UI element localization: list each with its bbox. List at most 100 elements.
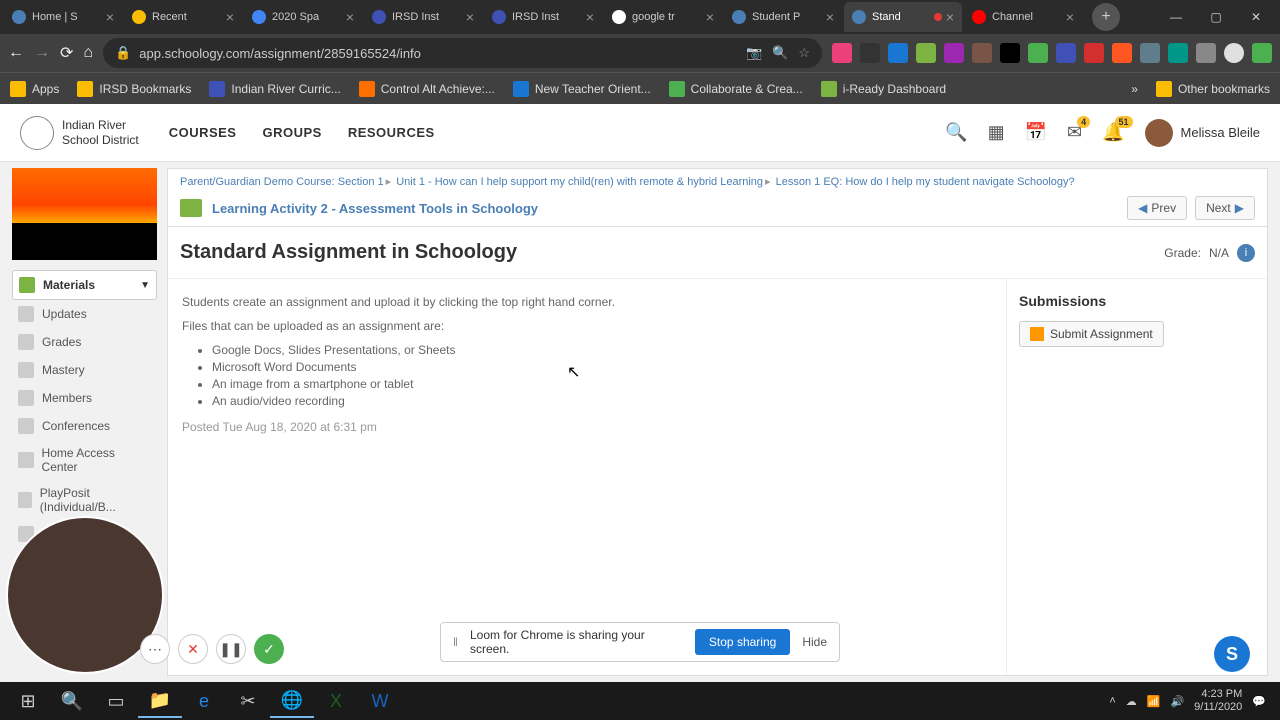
ext-icon[interactable] xyxy=(1000,43,1020,63)
tab-standard[interactable]: Stand× xyxy=(844,2,962,32)
ext-icon[interactable] xyxy=(860,43,880,63)
bookmark-control[interactable]: Control Alt Achieve:... xyxy=(359,81,495,97)
next-button[interactable]: Next▶ xyxy=(1195,196,1255,220)
close-window-button[interactable]: ✕ xyxy=(1236,2,1276,32)
star-icon[interactable]: ☆ xyxy=(798,45,810,61)
tab-home[interactable]: Home | S× xyxy=(4,2,122,32)
ext-icon[interactable] xyxy=(1084,43,1104,63)
ext-icon[interactable] xyxy=(1112,43,1132,63)
tab-recent[interactable]: Recent× xyxy=(124,2,242,32)
ext-icon[interactable] xyxy=(832,43,852,63)
camera-icon[interactable]: 📷 xyxy=(746,45,762,61)
tray-wifi-icon[interactable]: 📶 xyxy=(1147,695,1161,708)
ext-icon[interactable] xyxy=(944,43,964,63)
bookmark-apps[interactable]: Apps xyxy=(10,81,59,97)
ext-icon[interactable] xyxy=(1056,43,1076,63)
course-image[interactable] xyxy=(12,168,157,260)
loom-pause-button[interactable]: ❚❚ xyxy=(216,634,246,664)
home-button[interactable]: ⌂ xyxy=(83,44,93,62)
sidebar-item-grades[interactable]: Grades xyxy=(12,328,157,356)
bookmark-irsd[interactable]: IRSD Bookmarks xyxy=(77,81,191,97)
loom-more-button[interactable]: ⋯ xyxy=(140,634,170,664)
excel-button[interactable]: X xyxy=(314,684,358,718)
ext-icon[interactable] xyxy=(916,43,936,63)
new-tab-button[interactable]: + xyxy=(1092,3,1120,31)
snip-button[interactable]: ✂ xyxy=(226,684,270,718)
tray-volume-icon[interactable]: 🔊 xyxy=(1170,695,1184,708)
reload-button[interactable]: ⟳ xyxy=(60,43,73,63)
ext-icon[interactable] xyxy=(1140,43,1160,63)
back-button[interactable]: ← xyxy=(8,44,24,62)
chrome-button[interactable]: 🌐 xyxy=(270,684,314,718)
tab-irsd2[interactable]: IRSD Inst× xyxy=(484,2,602,32)
schoology-floating-button[interactable]: S xyxy=(1214,636,1250,672)
info-icon[interactable]: i xyxy=(1237,244,1255,262)
close-icon[interactable]: × xyxy=(946,9,954,25)
submit-assignment-button[interactable]: Submit Assignment xyxy=(1019,321,1164,347)
folder-title[interactable]: Learning Activity 2 - Assessment Tools i… xyxy=(212,201,538,216)
ext-icon[interactable] xyxy=(1196,43,1216,63)
loom-cancel-button[interactable]: ✕ xyxy=(178,634,208,664)
close-icon[interactable]: × xyxy=(226,9,234,25)
tab-2020spa[interactable]: 2020 Spa× xyxy=(244,2,362,32)
hide-banner-button[interactable]: Hide xyxy=(802,635,827,649)
bookmark-other-chevron[interactable]: » xyxy=(1131,82,1138,96)
task-view-button[interactable]: ▭ xyxy=(94,684,138,718)
sidebar-item-updates[interactable]: Updates xyxy=(12,300,157,328)
maximize-button[interactable]: ▢ xyxy=(1196,2,1236,32)
close-icon[interactable]: × xyxy=(706,9,714,25)
user-menu[interactable]: Melissa Bleile xyxy=(1145,119,1260,147)
bookmark-iready[interactable]: i-Ready Dashboard xyxy=(821,81,946,97)
close-icon[interactable]: × xyxy=(106,9,114,25)
zoom-icon[interactable]: 🔍 xyxy=(772,45,788,61)
word-button[interactable]: W xyxy=(358,684,402,718)
sidebar-item-conferences[interactable]: Conferences xyxy=(12,412,157,440)
breadcrumb-unit[interactable]: Unit 1 - How can I help support my child… xyxy=(396,176,763,188)
calendar-icon[interactable]: 📅 xyxy=(1025,122,1047,143)
ext-icon[interactable] xyxy=(1168,43,1188,63)
profile-icon[interactable] xyxy=(1224,43,1244,63)
tab-channel[interactable]: Channel× xyxy=(964,2,1082,32)
sidebar-item-members[interactable]: Members xyxy=(12,384,157,412)
mail-icon[interactable]: ✉4 xyxy=(1067,122,1082,143)
ext-icon[interactable] xyxy=(888,43,908,63)
bookmark-other[interactable]: Other bookmarks xyxy=(1156,81,1270,97)
tray-notifications-icon[interactable]: 💬 xyxy=(1252,695,1266,708)
stop-sharing-button[interactable]: Stop sharing xyxy=(695,629,790,655)
close-icon[interactable]: × xyxy=(1066,9,1074,25)
tab-irsd1[interactable]: IRSD Inst× xyxy=(364,2,482,32)
bookmark-collab[interactable]: Collaborate & Crea... xyxy=(669,81,803,97)
start-button[interactable]: ⊞ xyxy=(6,684,50,718)
ext-icon[interactable] xyxy=(1252,43,1272,63)
close-icon[interactable]: × xyxy=(466,9,474,25)
minimize-button[interactable]: — xyxy=(1156,2,1196,32)
breadcrumb-lesson[interactable]: Lesson 1 EQ: How do I help my student na… xyxy=(776,176,1075,188)
close-icon[interactable]: × xyxy=(826,9,834,25)
nav-resources[interactable]: RESOURCES xyxy=(348,125,435,140)
sidebar-item-materials[interactable]: Materials▼ xyxy=(12,270,157,300)
ext-icon[interactable] xyxy=(1028,43,1048,63)
close-icon[interactable]: × xyxy=(346,9,354,25)
breadcrumb-course[interactable]: Parent/Guardian Demo Course: Section 1 xyxy=(180,176,384,188)
address-bar[interactable]: 🔒 app.schoology.com/assignment/285916552… xyxy=(103,38,822,68)
notifications-icon[interactable]: 🔔51 xyxy=(1102,122,1124,143)
ie-button[interactable]: e xyxy=(182,684,226,718)
tray-onedrive-icon[interactable]: ☁ xyxy=(1126,695,1137,708)
sidebar-item-hac[interactable]: Home Access Center xyxy=(12,440,157,480)
sidebar-item-playposit[interactable]: PlayPosit (Individual/B... xyxy=(12,480,157,520)
clock[interactable]: 4:23 PM 9/11/2020 xyxy=(1194,688,1242,714)
sidebar-item-mastery[interactable]: Mastery xyxy=(12,356,157,384)
tab-student[interactable]: Student P× xyxy=(724,2,842,32)
loom-done-button[interactable]: ✓ xyxy=(254,634,284,664)
close-icon[interactable]: × xyxy=(586,9,594,25)
bookmark-curric[interactable]: Indian River Curric... xyxy=(209,81,340,97)
file-explorer[interactable]: 📁 xyxy=(138,684,182,718)
prev-button[interactable]: ◀Prev xyxy=(1127,196,1187,220)
apps-icon[interactable]: ▦ xyxy=(988,122,1005,143)
forward-button[interactable]: → xyxy=(34,44,50,62)
search-icon[interactable]: 🔍 xyxy=(945,122,967,143)
tray-chevron-icon[interactable]: ˄ xyxy=(1109,695,1115,707)
tab-google[interactable]: google tr× xyxy=(604,2,722,32)
ext-icon[interactable] xyxy=(972,43,992,63)
bookmark-teacher[interactable]: New Teacher Orient... xyxy=(513,81,651,97)
